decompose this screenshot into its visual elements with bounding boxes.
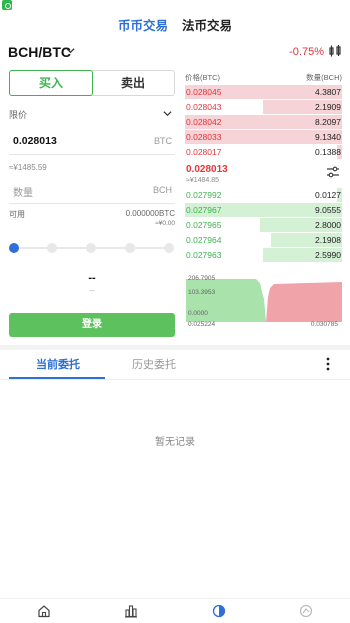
slider-stop-100[interactable] xyxy=(164,243,174,253)
amount-unit: BCH xyxy=(152,185,172,195)
qty-header: 数量(BCH) xyxy=(306,73,342,82)
slider-stop-75[interactable] xyxy=(125,243,135,253)
login-button[interactable]: 登录 xyxy=(9,313,175,337)
top-tabs: 币币交易 法币交易 xyxy=(0,15,350,35)
order-book-header: 价格(BTC) 数量(BCH) xyxy=(185,72,342,83)
slider-stop-25[interactable] xyxy=(47,243,57,253)
pair-header: BCH/BTC -0.75% xyxy=(8,44,342,64)
sell-tab[interactable]: 卖出 xyxy=(92,71,174,95)
home-icon xyxy=(38,605,50,618)
ask-row[interactable]: 0.028017 0.1388 xyxy=(185,145,342,160)
price-value: 0.028013 xyxy=(13,135,57,147)
bid-price: 0.027963 xyxy=(186,250,222,260)
depth-x-left: 0.025224 xyxy=(188,321,216,328)
bid-qty: 0.0127 xyxy=(315,190,341,200)
more-icon[interactable] xyxy=(326,357,330,371)
percent-slider[interactable] xyxy=(9,242,175,254)
tab-fiat-trade[interactable]: 法币交易 xyxy=(182,15,232,35)
price-header: 价格(BTC) xyxy=(185,73,220,82)
depth-ask-area xyxy=(266,282,342,322)
amount-input[interactable]: 数量 BCH xyxy=(9,176,175,204)
order-type-select[interactable]: 限价 xyxy=(9,108,175,122)
ask-row[interactable]: 0.028042 8.2097 xyxy=(185,115,342,130)
app-badge-icon xyxy=(2,0,12,10)
tab-open-orders[interactable]: 当前委托 xyxy=(36,356,80,372)
available-sub: ≈¥0.00 xyxy=(155,220,175,227)
depth-y-top: 206.7905 xyxy=(188,275,216,282)
ask-qty: 8.2097 xyxy=(315,117,341,127)
depth-y-bottom: 0.0000 xyxy=(188,310,208,317)
ask-qty: 0.1388 xyxy=(315,147,341,157)
status-bar xyxy=(0,0,350,12)
tab-order-history[interactable]: 历史委托 xyxy=(132,356,176,372)
bid-price: 0.027967 xyxy=(186,205,222,215)
depth-chart: 206.7905 103.3953 0.0000 0.025224 0.0307… xyxy=(186,272,342,328)
price-input[interactable]: 0.028013 BTC xyxy=(9,127,175,155)
order-total-sub: -- xyxy=(89,286,95,295)
market-icon xyxy=(125,605,138,618)
nav-assets[interactable] xyxy=(291,601,321,621)
nav-home[interactable] xyxy=(29,601,59,621)
ask-row[interactable]: 0.028033 9.1340 xyxy=(185,130,342,145)
order-tabs: 当前委托 历史委托 xyxy=(0,350,350,380)
amount-placeholder: 数量 xyxy=(13,188,33,199)
slider-stop-50[interactable] xyxy=(86,243,96,253)
nav-market[interactable] xyxy=(116,601,146,621)
price-unit: BTC xyxy=(154,136,172,146)
bid-row[interactable]: 0.027967 9.0555 xyxy=(185,203,342,218)
depth-y-mid: 103.3953 xyxy=(188,289,216,296)
kline-chart-icon[interactable] xyxy=(328,44,342,58)
ask-qty: 9.1340 xyxy=(315,132,341,142)
depth-x-right: 0.030785 xyxy=(310,321,338,328)
order-type-label: 限价 xyxy=(9,110,28,120)
trade-icon xyxy=(212,604,225,618)
ask-row[interactable]: 0.028045 4.3807 xyxy=(185,85,342,100)
ask-price: 0.028017 xyxy=(186,147,222,157)
bid-row[interactable]: 0.027963 2.5990 xyxy=(185,248,342,263)
price-change: -0.75% xyxy=(289,46,324,58)
ask-price: 0.028033 xyxy=(186,132,222,142)
ask-qty: 4.3807 xyxy=(315,87,341,97)
ask-price: 0.028042 xyxy=(186,117,222,127)
bid-row[interactable]: 0.027965 2.8000 xyxy=(185,218,342,233)
bid-price: 0.027992 xyxy=(186,190,222,200)
buy-sell-tabs: 买入 卖出 xyxy=(9,70,175,96)
bid-qty: 2.5990 xyxy=(315,250,341,260)
tab-coin-trade[interactable]: 币币交易 xyxy=(118,15,168,35)
bid-price: 0.027964 xyxy=(186,235,222,245)
bottom-nav xyxy=(0,598,350,623)
assets-icon xyxy=(300,604,313,618)
ask-price: 0.028043 xyxy=(186,102,222,112)
ask-price: 0.028045 xyxy=(186,87,222,97)
chevron-down-icon xyxy=(163,111,172,117)
available-label: 可用 xyxy=(9,210,25,219)
last-price-approx: ≈¥1484.85 xyxy=(186,177,220,184)
bid-qty: 2.8000 xyxy=(315,220,341,230)
bid-row[interactable]: 0.027964 2.1908 xyxy=(185,233,342,248)
available-balance: 可用 0.000000BTC ≈¥0.00 xyxy=(9,209,175,231)
order-total: -- xyxy=(88,272,96,284)
ask-row[interactable]: 0.028043 2.1909 xyxy=(185,100,342,115)
price-approx: ≈¥1485.59 xyxy=(9,163,47,172)
available-value: 0.000000BTC xyxy=(125,209,175,218)
bid-row[interactable]: 0.027992 0.0127 xyxy=(185,188,342,203)
ask-qty: 2.1909 xyxy=(315,102,341,112)
pair-title[interactable]: BCH/BTC xyxy=(8,44,71,60)
bid-qty: 2.1908 xyxy=(315,235,341,245)
depth-settings-icon[interactable] xyxy=(326,166,340,178)
nav-trade[interactable] xyxy=(204,601,234,621)
active-tab-indicator xyxy=(9,377,105,379)
last-price: 0.028013 xyxy=(186,164,228,175)
bid-qty: 9.0555 xyxy=(315,205,341,215)
slider-stop-0[interactable] xyxy=(9,243,19,253)
chevron-down-icon[interactable] xyxy=(66,46,75,55)
buy-tab[interactable]: 买入 xyxy=(9,70,93,96)
empty-state: 暂无记录 xyxy=(155,437,195,448)
bid-price: 0.027965 xyxy=(186,220,222,230)
